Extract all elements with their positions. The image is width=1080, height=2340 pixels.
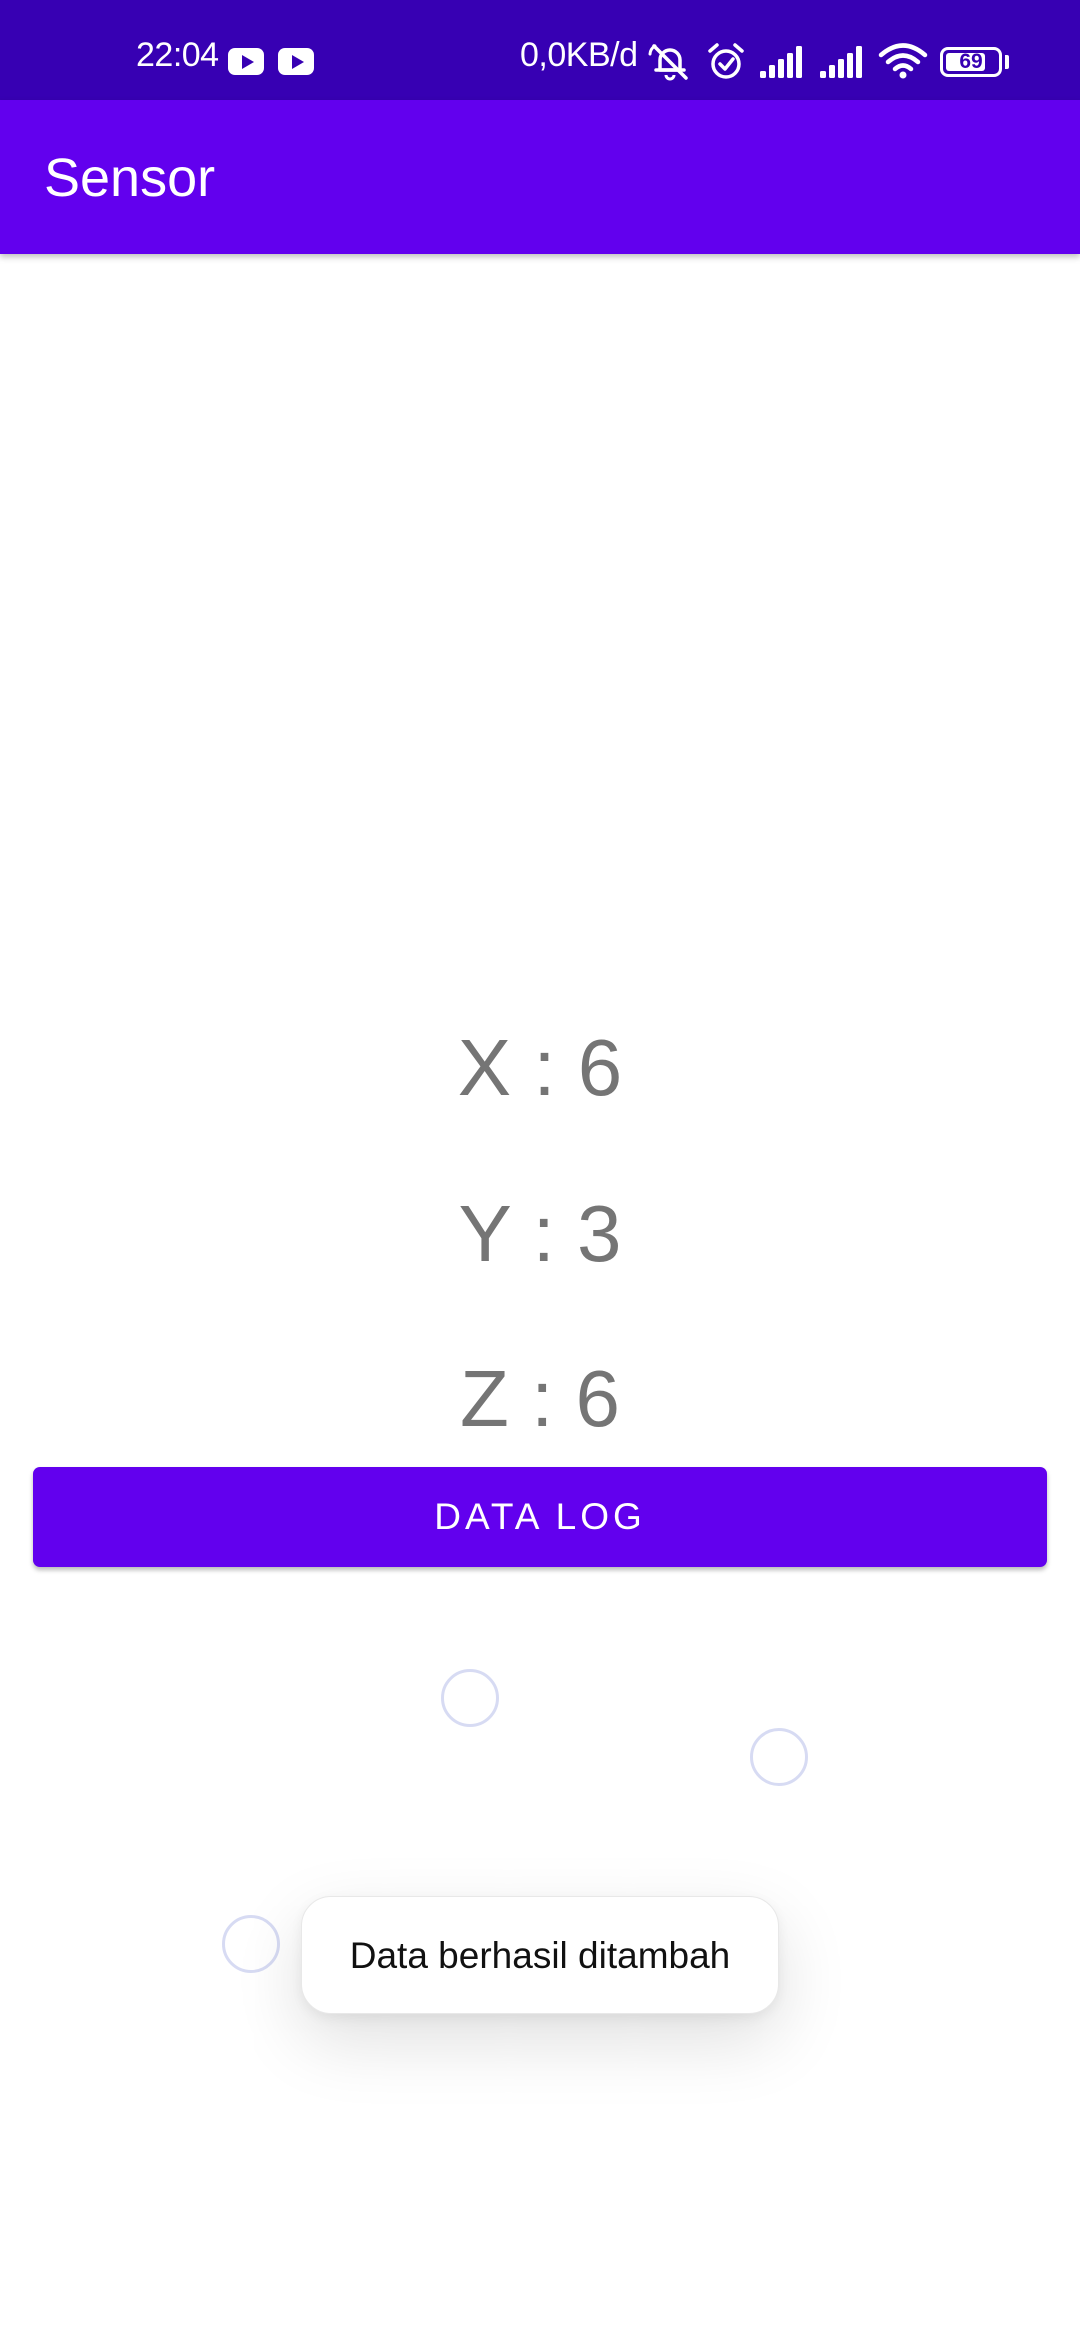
- battery-level: 69: [959, 50, 983, 73]
- youtube-icon: [278, 48, 314, 75]
- app-bar: Sensor: [0, 100, 1080, 254]
- wifi-icon: [878, 43, 928, 79]
- touch-indicator: [441, 1669, 499, 1727]
- status-bar: 22:04 0,0KB/d 69: [0, 0, 1080, 100]
- signal-icon: [820, 46, 862, 78]
- touch-indicator: [222, 1915, 280, 1973]
- notifications-muted-icon: [648, 44, 688, 81]
- network-speed: 0,0KB/d: [520, 36, 638, 74]
- youtube-icon: [228, 48, 264, 75]
- signal-icon: [760, 46, 802, 78]
- touch-indicator: [750, 1728, 808, 1786]
- status-time: 22:04: [136, 36, 219, 74]
- sensor-y-value: Y : 3: [458, 1189, 622, 1278]
- battery-tip: [1005, 55, 1009, 69]
- alarm-icon: [708, 43, 744, 79]
- battery-icon: 69: [940, 47, 1002, 77]
- sensor-x-value: X : 6: [457, 1023, 623, 1112]
- sensor-z-value: Z : 6: [459, 1354, 621, 1443]
- data-log-button[interactable]: DATA LOG: [33, 1467, 1047, 1567]
- toast-message: Data berhasil ditambah: [301, 1896, 779, 2014]
- app-title: Sensor: [44, 148, 216, 208]
